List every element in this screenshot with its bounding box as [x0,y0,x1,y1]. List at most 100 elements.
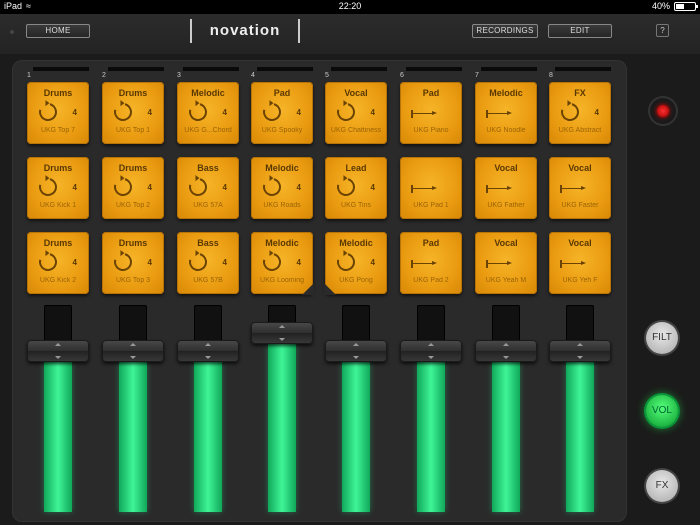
clip-pad[interactable]: Melodic UKG Noodle [475,82,537,144]
clip-pad[interactable]: Pad 4 UKG Spooky [251,82,313,144]
loop-icon [185,174,211,200]
track-number: 2 [102,72,106,79]
pad-bar-count: 4 [147,108,152,117]
pad-sample-name: UKG Top 3 [115,277,151,284]
pad-sample-name: UKG 57A [193,202,223,209]
pad-category: Melodic [265,238,299,248]
clip-pad[interactable]: Vocal 4 UKG Chattiness [325,82,387,144]
pad-sample-name: UKG Roads [263,202,301,209]
clip-pad[interactable]: UKG Pad 1 [400,157,462,219]
pad-sample-name: UKG Pad 1 [413,202,449,209]
help-button[interactable]: ? [656,24,669,37]
clip-pad[interactable]: Vocal UKG Father [475,157,537,219]
clip-pad[interactable]: Bass 4 UKG 57A [177,157,239,219]
clip-pad[interactable]: Lead 4 UKG Tins [325,157,387,219]
loop-icon [259,174,285,200]
one-shot-icon [486,260,512,268]
one-shot-icon [411,110,437,118]
filter-button[interactable]: FILT [646,322,678,354]
clip-pad[interactable]: Pad UKG Pad 2 [400,232,462,294]
status-bar: iPad ≈ 22:20 40% [0,0,700,14]
one-shot-icon [411,185,437,193]
clip-pad[interactable]: Drums 4 UKG Top 2 [102,157,164,219]
status-time: 22:20 [338,1,362,11]
pad-sample-name: UKG Top 2 [115,202,151,209]
one-shot-icon [486,110,512,118]
clip-pad[interactable]: Vocal UKG Yeah M [475,232,537,294]
pad-category: Drums [118,163,148,173]
loop-icon [35,99,61,125]
battery-percent: 40% [651,1,670,11]
volume-fader-level [417,362,445,512]
pad-bar-count: 4 [72,108,77,117]
volume-fader-handle[interactable] [475,340,537,362]
pad-category: Vocal [494,163,518,173]
volume-fader-handle[interactable] [177,340,239,362]
loop-icon [35,249,61,275]
clip-pad[interactable]: Drums 4 UKG Top 1 [102,82,164,144]
home-button[interactable]: HOME [26,24,90,38]
clip-pad[interactable]: Melodic 4 UKG G...Chord [177,82,239,144]
clip-pad[interactable]: Melodic 4 UKG Looming [251,232,314,295]
clip-pad[interactable]: Melodic 4 UKG Roads [251,157,313,219]
volume-fader-handle[interactable] [400,340,462,362]
volume-fader-level [119,362,147,512]
pad-bar-count: 4 [296,108,301,117]
clip-pad[interactable]: FX 4 UKG Abstract [549,82,611,144]
pad-category: Pad [273,88,291,98]
clip-pad[interactable]: Drums 4 UKG Top 3 [102,232,164,294]
track-number: 4 [251,72,255,79]
volume-fader-handle[interactable] [102,340,164,362]
clip-pad[interactable]: Drums 4 UKG Kick 2 [27,232,89,294]
loop-icon [333,174,359,200]
track-indicator [481,67,537,71]
edit-button[interactable]: EDIT [548,24,612,38]
pad-category: Drums [118,238,148,248]
fx-button[interactable]: FX [646,470,678,502]
pad-category: Vocal [494,238,518,248]
one-shot-icon [486,185,512,193]
pad-category: Drums [43,88,73,98]
track-number: 7 [475,72,479,79]
pad-bar-count: 4 [72,183,77,192]
pad-bar-count: 4 [370,183,375,192]
clip-pad[interactable]: Vocal UKG Faster [549,157,611,219]
loop-icon [185,249,211,275]
volume-fader-handle[interactable] [549,340,611,362]
loop-icon [557,99,583,125]
pad-sample-name: UKG Top 7 [40,127,76,134]
volume-fader-level [44,362,72,512]
clip-pad[interactable]: Drums 4 UKG Top 7 [27,82,89,144]
pad-sample-name: UKG Tins [341,202,371,209]
volume-fader-handle[interactable] [325,340,387,362]
clip-pad[interactable]: Drums 4 UKG Kick 1 [27,157,89,219]
loop-icon [110,174,136,200]
pad-sample-name: UKG Kick 1 [39,202,77,209]
pad-category: Vocal [568,238,592,248]
pad-category: Melodic [339,238,373,248]
top-bar: HOME novation RECORDINGS EDIT ? [0,14,700,54]
clip-pad[interactable]: Pad UKG Piano [400,82,462,144]
volume-fader-handle[interactable] [27,340,89,362]
recordings-button[interactable]: RECORDINGS [472,24,538,38]
one-shot-icon [411,260,437,268]
track-number: 6 [400,72,404,79]
volume-button[interactable]: VOL [646,395,678,427]
pad-category: Pad [422,238,440,248]
clip-pad[interactable]: Bass 4 UKG 57B [177,232,239,294]
clip-pad[interactable]: Melodic 4 UKG Pong [324,232,387,295]
clip-pad[interactable]: Vocal UKG Yeh F [549,232,611,294]
track-indicator [555,67,611,71]
pad-category: Pad [422,88,440,98]
pad-bar-count: 4 [222,183,227,192]
record-icon [657,105,669,117]
loop-icon [333,249,359,275]
one-shot-icon [560,260,586,268]
pad-bar-count: 4 [296,183,301,192]
volume-fader-handle[interactable] [251,322,313,344]
pad-sample-name: UKG Noodle [486,127,526,134]
pad-sample-name: UKG Pong [339,277,373,284]
record-button[interactable] [648,96,678,126]
pad-sample-name: UKG Looming [260,277,304,284]
pad-category: Melodic [191,88,225,98]
